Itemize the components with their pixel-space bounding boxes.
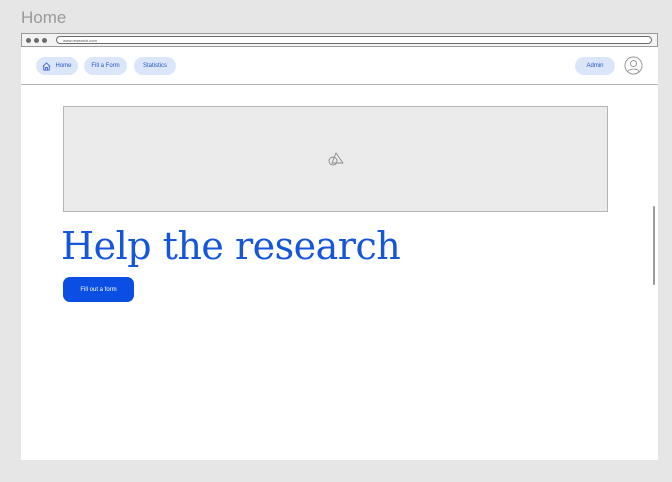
window-dot-maximize[interactable]: [42, 38, 47, 43]
fill-out-form-button[interactable]: Fill out a form: [63, 277, 134, 302]
navbar: Home Fill a Form Statistics Admin: [21, 47, 658, 85]
hero-image-placeholder: [63, 106, 608, 212]
nav-home-button[interactable]: Home: [36, 57, 78, 75]
image-placeholder-icon: [328, 152, 344, 166]
nav-statistics-button[interactable]: Statistics: [134, 57, 176, 75]
nav-admin-label: Admin: [586, 63, 604, 69]
nav-fill-form-button[interactable]: Fill a Form: [84, 57, 127, 75]
nav-statistics-label: Statistics: [142, 63, 167, 69]
browser-window: www.research.com Home Fill a Form Statis…: [21, 33, 658, 460]
user-avatar-icon[interactable]: [624, 56, 643, 75]
nav-home-label: Home: [55, 63, 72, 69]
frame-title: Home: [21, 8, 67, 27]
nav-fill-form-label: Fill a Form: [91, 63, 120, 69]
window-dot-minimize[interactable]: [34, 38, 39, 43]
page-headline: Help the research: [61, 224, 401, 268]
browser-chrome: www.research.com: [21, 33, 658, 47]
home-icon: [43, 61, 51, 71]
nav-admin-button[interactable]: Admin: [575, 57, 615, 75]
window-dot-close[interactable]: [26, 38, 31, 43]
scrollbar-thumb[interactable]: [653, 206, 655, 285]
address-bar[interactable]: www.research.com: [56, 36, 652, 44]
